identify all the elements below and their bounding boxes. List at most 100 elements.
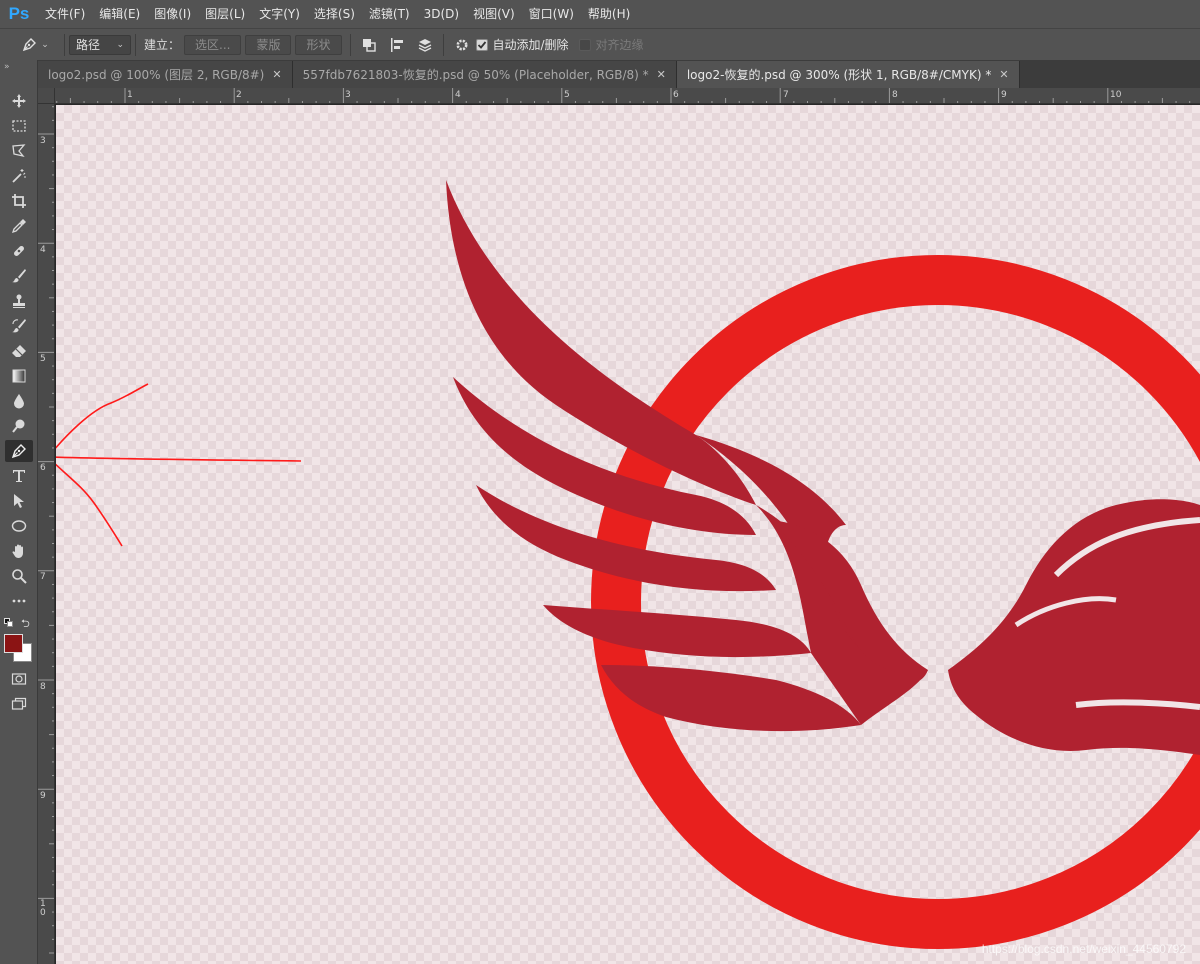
swap-colors-icon[interactable]: ⮌ <box>21 615 30 634</box>
logo-wings <box>446 180 1200 755</box>
eyedropper-tool[interactable] <box>5 215 33 237</box>
ruler-label: 10 <box>1110 90 1122 100</box>
checkmark-icon <box>477 40 486 49</box>
auto-add-delete-checkbox[interactable] <box>475 38 488 51</box>
menu-help[interactable]: 帮助(H) <box>581 0 637 28</box>
ruler-label: 4 <box>455 90 461 100</box>
toolbox-collapse-button[interactable]: » <box>0 60 37 74</box>
move-tool[interactable] <box>5 90 33 112</box>
tab-logo2-recovered[interactable]: logo2-恢复的.psd @ 300% (形状 1, RGB/8#/CMYK)… <box>676 61 1020 88</box>
quick-mask-button[interactable] <box>5 668 33 690</box>
menu-view[interactable]: 视图(V) <box>466 0 522 28</box>
lasso-tool[interactable] <box>5 140 33 162</box>
blur-tool[interactable] <box>5 390 33 412</box>
tab-557fdb7621803[interactable]: 557fdb7621803-恢复的.psd @ 50% (Placeholder… <box>292 61 677 88</box>
healing-brush-tool[interactable] <box>5 240 33 262</box>
pen-mode-value: 路径 <box>76 38 101 52</box>
make-shape-button[interactable]: 形状 <box>295 34 342 55</box>
pen-tool[interactable] <box>5 440 33 462</box>
brush-tool[interactable] <box>5 265 33 287</box>
ruler-label: 7 <box>783 90 789 100</box>
ruler-label: 3 <box>345 90 351 100</box>
path-arrangement-button[interactable] <box>411 33 439 57</box>
menu-layer[interactable]: 图层(L) <box>198 0 252 28</box>
ruler-label: 2 <box>236 90 242 100</box>
pen-mode-select[interactable]: 路径 ⌄ <box>69 34 131 55</box>
align-left-icon <box>390 37 403 52</box>
tab-label: logo2.psd @ 100% (图层 2, RGB/8#) <box>48 68 265 82</box>
close-icon[interactable]: ✕ <box>272 68 281 81</box>
divider <box>349 33 351 56</box>
dodge-icon <box>12 419 25 433</box>
dodge-tool[interactable] <box>5 415 33 437</box>
chevron-down-icon: ⌄ <box>41 39 49 50</box>
align-edges-checkbox[interactable] <box>578 38 591 51</box>
menu-image[interactable]: 图像(I) <box>147 0 198 28</box>
history-brush-icon <box>12 319 26 333</box>
crop-icon <box>12 194 26 208</box>
menu-bar: Ps 文件(F) 编辑(E) 图像(I) 图层(L) 文字(Y) 选择(S) 滤… <box>0 0 1200 28</box>
document-tabs: logo2.psd @ 100% (图层 2, RGB/8#) ✕ 557fdb… <box>38 60 1200 88</box>
gradient-tool[interactable] <box>5 365 33 387</box>
clone-stamp-tool[interactable] <box>5 290 33 312</box>
photoshop-logo: Ps <box>8 4 30 23</box>
path-operations-button[interactable] <box>355 33 383 57</box>
geometry-options-button[interactable] <box>448 33 476 57</box>
tab-label: logo2-恢复的.psd @ 300% (形状 1, RGB/8#/CMYK)… <box>686 68 992 82</box>
edit-toolbar-button[interactable] <box>5 590 33 612</box>
foreground-color-swatch[interactable] <box>4 634 23 653</box>
polygonal-lasso-icon <box>12 144 26 158</box>
path-operations-icon <box>362 38 376 52</box>
eraser-tool[interactable] <box>5 340 33 362</box>
brush-icon <box>12 269 26 283</box>
menu-filter[interactable]: 滤镜(T) <box>362 0 417 28</box>
ruler-label: 1 0 <box>40 899 46 918</box>
divider <box>135 33 136 56</box>
ruler-origin[interactable] <box>38 88 55 104</box>
pen-icon <box>23 37 37 51</box>
stamp-icon <box>13 294 25 308</box>
menu-select[interactable]: 选择(S) <box>307 0 362 28</box>
type-tool[interactable] <box>5 465 33 487</box>
menu-edit[interactable]: 编辑(E) <box>92 0 147 28</box>
ruler-label: 9 <box>40 791 46 801</box>
make-selection-button[interactable]: 选区... <box>184 34 242 55</box>
divider <box>442 33 444 56</box>
ellipse-tool[interactable] <box>5 515 33 537</box>
tool-preset-picker[interactable]: ⌄ <box>10 33 60 57</box>
cursor-arrow-icon <box>14 494 24 508</box>
menu-file[interactable]: 文件(F) <box>38 0 92 28</box>
screen-mode-button[interactable] <box>5 693 33 715</box>
watermark-text: https://blog.csdn.net/weixin_44560792 <box>981 942 1186 956</box>
build-label: 建立： <box>144 38 181 52</box>
magnifier-icon <box>12 569 27 584</box>
history-brush-tool[interactable] <box>5 315 33 337</box>
ruler-label: 4 <box>40 245 46 255</box>
menu-type[interactable]: 文字(Y) <box>252 0 307 28</box>
close-icon[interactable]: ✕ <box>657 68 666 81</box>
hand-tool[interactable] <box>5 540 33 562</box>
gradient-icon <box>12 369 26 383</box>
default-colors-icon[interactable] <box>4 618 14 628</box>
menu-items: 文件(F) 编辑(E) 图像(I) 图层(L) 文字(Y) 选择(S) 滤镜(T… <box>38 0 637 28</box>
path-alignment-button[interactable] <box>383 33 411 57</box>
ruler-label: 5 <box>564 90 570 100</box>
document-canvas[interactable]: https://blog.csdn.net/weixin_44560792 <box>56 105 1200 964</box>
crop-tool[interactable] <box>5 190 33 212</box>
tab-logo2[interactable]: logo2.psd @ 100% (图层 2, RGB/8#) ✕ <box>38 61 293 88</box>
marquee-tool[interactable] <box>5 115 33 137</box>
auto-add-delete-label: 自动添加/删除 <box>492 38 569 52</box>
path-selection-tool[interactable] <box>5 490 33 512</box>
ruler-label: 6 <box>40 463 46 473</box>
make-mask-button[interactable]: 蒙版 <box>245 34 292 55</box>
zoom-tool[interactable] <box>5 565 33 587</box>
quick-mask-icon <box>11 673 27 685</box>
ruler-vertical[interactable]: 3 4 5 6 7 8 9 1 0 <box>38 104 55 964</box>
menu-window[interactable]: 窗口(W) <box>522 0 581 28</box>
close-icon[interactable]: ✕ <box>999 68 1008 81</box>
menu-3d[interactable]: 3D(D) <box>417 0 466 28</box>
ruler-horizontal[interactable]: 1 2 3 4 5 6 7 8 9 10 <box>38 88 1200 104</box>
ruler-label: 5 <box>40 354 46 364</box>
eraser-icon <box>12 345 26 357</box>
magic-wand-tool[interactable] <box>5 165 33 187</box>
